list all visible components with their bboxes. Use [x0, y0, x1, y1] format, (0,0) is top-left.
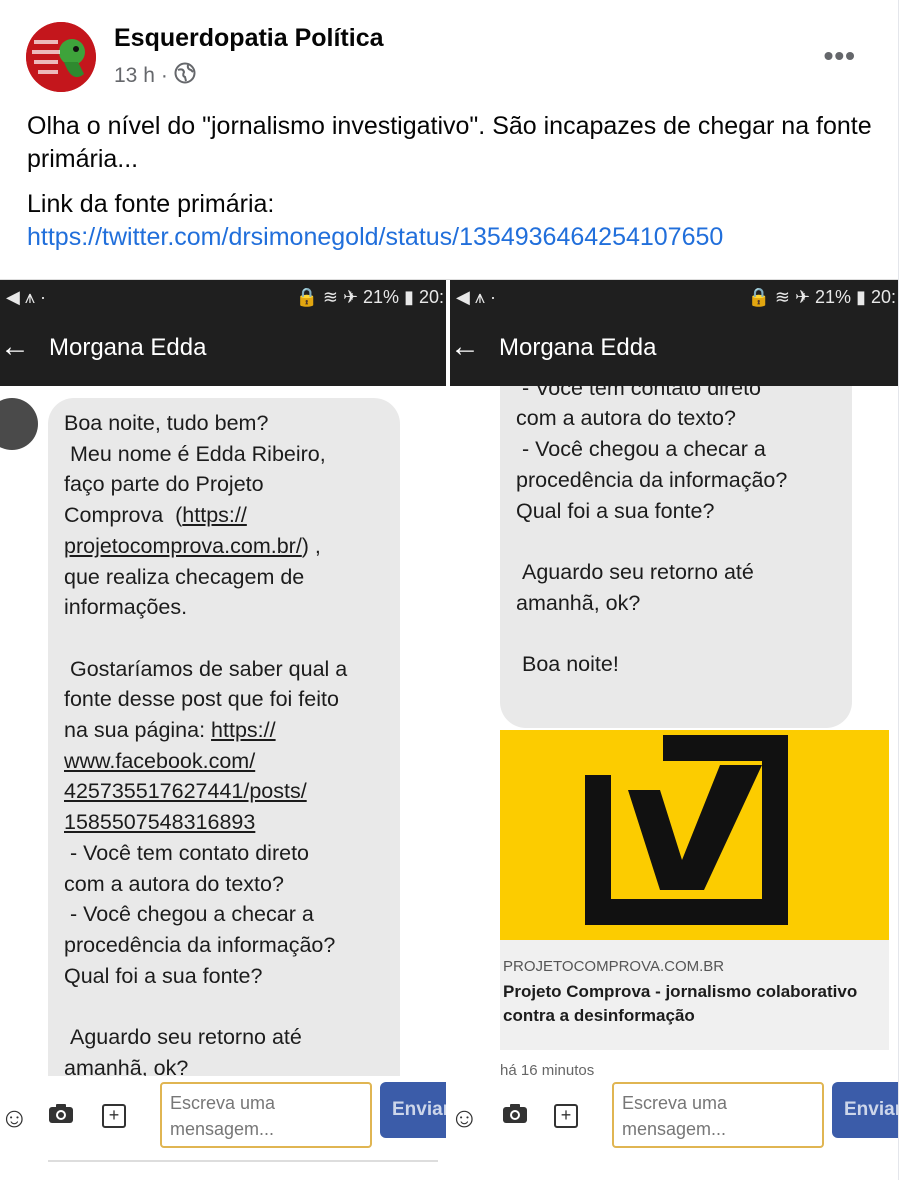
message-line: [516, 526, 838, 557]
screenshot-right: ◀ ⩚ · 🔒 ≋ ✈ 21% ▮ 20: ← Morgana Edda 158…: [450, 280, 898, 1180]
chat-app-bar: ← Morgana Edda: [0, 316, 446, 386]
message-line: Gostaríamos de saber qual a: [64, 656, 348, 681]
attach-icon[interactable]: +: [554, 1104, 578, 1128]
post-header: Esquerdopatia Política 13 h · •••: [26, 22, 886, 94]
message-line: - Você tem contato direto: [516, 386, 762, 400]
message-line: www.facebook.com/: [64, 746, 386, 777]
back-arrow-icon[interactable]: ←: [450, 330, 480, 364]
message-line: amanhã, ok?: [516, 590, 641, 615]
message-line: com a autora do texto?: [516, 406, 736, 431]
chat-app-bar: ← Morgana Edda: [450, 316, 898, 386]
message-line: Qual foi a sua fonte?: [516, 498, 715, 523]
message-line: - Você chegou a checar a: [64, 902, 314, 927]
message-line: informações.: [64, 595, 188, 620]
message-line: procedência da informação?: [516, 467, 788, 492]
message-line: - Você tem contato direto: [64, 840, 310, 865]
message-line: [64, 991, 386, 1022]
message-area: Boa noite, tudo bem? Meu nome é Edda Rib…: [0, 386, 446, 1076]
link-title[interactable]: Projeto Comprova - jornalismo colaborati…: [503, 980, 883, 1028]
message-line: Boa noite!: [516, 652, 619, 676]
message-line: amanhã, ok?: [64, 1055, 189, 1076]
message-link[interactable]: 1585507548316893: [64, 810, 255, 834]
composer: ☺ + Escreva uma mensagem... Enviar: [0, 1076, 446, 1180]
back-arrow-icon[interactable]: ←: [0, 330, 30, 364]
message-timestamp: há 16 minutos: [500, 1062, 595, 1076]
message-line: procedência da informação?: [64, 932, 336, 957]
emoji-icon[interactable]: ☺: [450, 1102, 479, 1134]
page-name[interactable]: Esquerdopatia Política: [114, 24, 384, 53]
composer: ☺ + Escreva uma mensagem... Enviar: [450, 1076, 898, 1180]
message-link[interactable]: https://: [211, 718, 276, 742]
post-time[interactable]: 13 h: [114, 64, 155, 88]
message-line: Aguardo seu retorno até: [64, 1025, 302, 1050]
camera-icon[interactable]: [48, 1102, 74, 1131]
message-line: 1585507548316893: [64, 807, 386, 838]
message-line: projetocomprova.com.br/) ,: [64, 533, 321, 558]
message-line: 425735517627441/posts/: [64, 776, 386, 807]
message-input[interactable]: Escreva uma mensagem...: [612, 1082, 824, 1148]
status-right: 🔒 ≋ ✈ 21% ▮ 20:: [747, 287, 896, 307]
contact-name: Morgana Edda: [499, 334, 657, 361]
avatar: [0, 398, 38, 450]
page-avatar[interactable]: [26, 22, 96, 92]
message-bubble: 1585507548316893 - Você tem contato dire…: [500, 386, 852, 728]
message-area: 1585507548316893 - Você tem contato dire…: [450, 386, 898, 1076]
message-line: Boa noite, tudo bem?: [64, 411, 269, 435]
contact-name: Morgana Edda: [49, 334, 207, 361]
message-line: que realiza checagem de: [64, 564, 305, 589]
post-body: Olha o nível do "jornalismo investigativ…: [27, 110, 877, 266]
message-line: fonte desse post que foi feito: [64, 687, 339, 712]
message-line: Meu nome é Edda Ribeiro,: [64, 441, 326, 466]
message-line: Qual foi a sua fonte?: [64, 963, 263, 988]
message-link[interactable]: projetocomprova.com.br/: [64, 534, 302, 558]
message-input[interactable]: Escreva uma mensagem...: [160, 1082, 372, 1148]
post-text-paragraph: Olha o nível do "jornalismo investigativ…: [27, 112, 872, 173]
facebook-post-card: Esquerdopatia Política 13 h · ••• Olha o…: [0, 0, 899, 1180]
message-link[interactable]: https://: [182, 503, 247, 527]
link-preview-card[interactable]: PROJETOCOMPROVA.COM.BR Projeto Comprova …: [500, 730, 889, 1050]
message-line: Comprova (https://: [64, 503, 247, 528]
more-options-button[interactable]: •••: [824, 40, 856, 72]
message-line: com a autora do texto?: [64, 871, 284, 896]
attach-icon[interactable]: +: [102, 1104, 126, 1128]
status-bar: ◀ ⩚ · 🔒 ≋ ✈ 21% ▮ 20:: [450, 280, 898, 316]
message-line: [516, 618, 838, 649]
primary-source-link[interactable]: https://twitter.com/drsimonegold/status/…: [27, 223, 723, 251]
screenshot-left: ◀ ⩚ · 🔒 ≋ ✈ 21% ▮ 20: ← Morgana Edda Boa…: [0, 280, 446, 1180]
divider: [48, 1160, 438, 1162]
send-button[interactable]: Enviar: [832, 1082, 898, 1138]
message-line: faço parte do Projeto: [64, 472, 264, 497]
post-link-paragraph: Link da fonte primária: https://twitter.…: [27, 188, 877, 254]
message-link[interactable]: 425735517627441/posts/: [64, 779, 307, 803]
message-line: Aguardo seu retorno até: [516, 559, 754, 584]
meta-separator: ·: [160, 64, 168, 87]
status-bar: ◀ ⩚ · 🔒 ≋ ✈ 21% ▮ 20:: [0, 280, 446, 316]
message-line: na sua página: https://: [64, 718, 276, 743]
status-left: ◀ ⩚ ·: [6, 287, 46, 307]
emoji-icon[interactable]: ☺: [0, 1102, 29, 1134]
link-domain: PROJETOCOMPROVA.COM.BR: [503, 958, 725, 975]
link-label: Link da fonte primária:: [27, 190, 275, 218]
status-right: 🔒 ≋ ✈ 21% ▮ 20:: [295, 287, 444, 307]
post-meta: 13 h ·: [114, 62, 196, 90]
message-line: - Você chegou a checar a: [516, 437, 766, 462]
status-left: ◀ ⩚ ·: [456, 287, 496, 307]
globe-icon[interactable]: [174, 62, 196, 90]
message-line: [64, 623, 386, 654]
comprova-logo: [500, 730, 889, 940]
send-button[interactable]: Enviar: [380, 1082, 446, 1138]
camera-icon[interactable]: [502, 1102, 528, 1131]
message-link[interactable]: www.facebook.com/: [64, 749, 255, 773]
message-bubble: Boa noite, tudo bem? Meu nome é Edda Rib…: [48, 398, 400, 1076]
